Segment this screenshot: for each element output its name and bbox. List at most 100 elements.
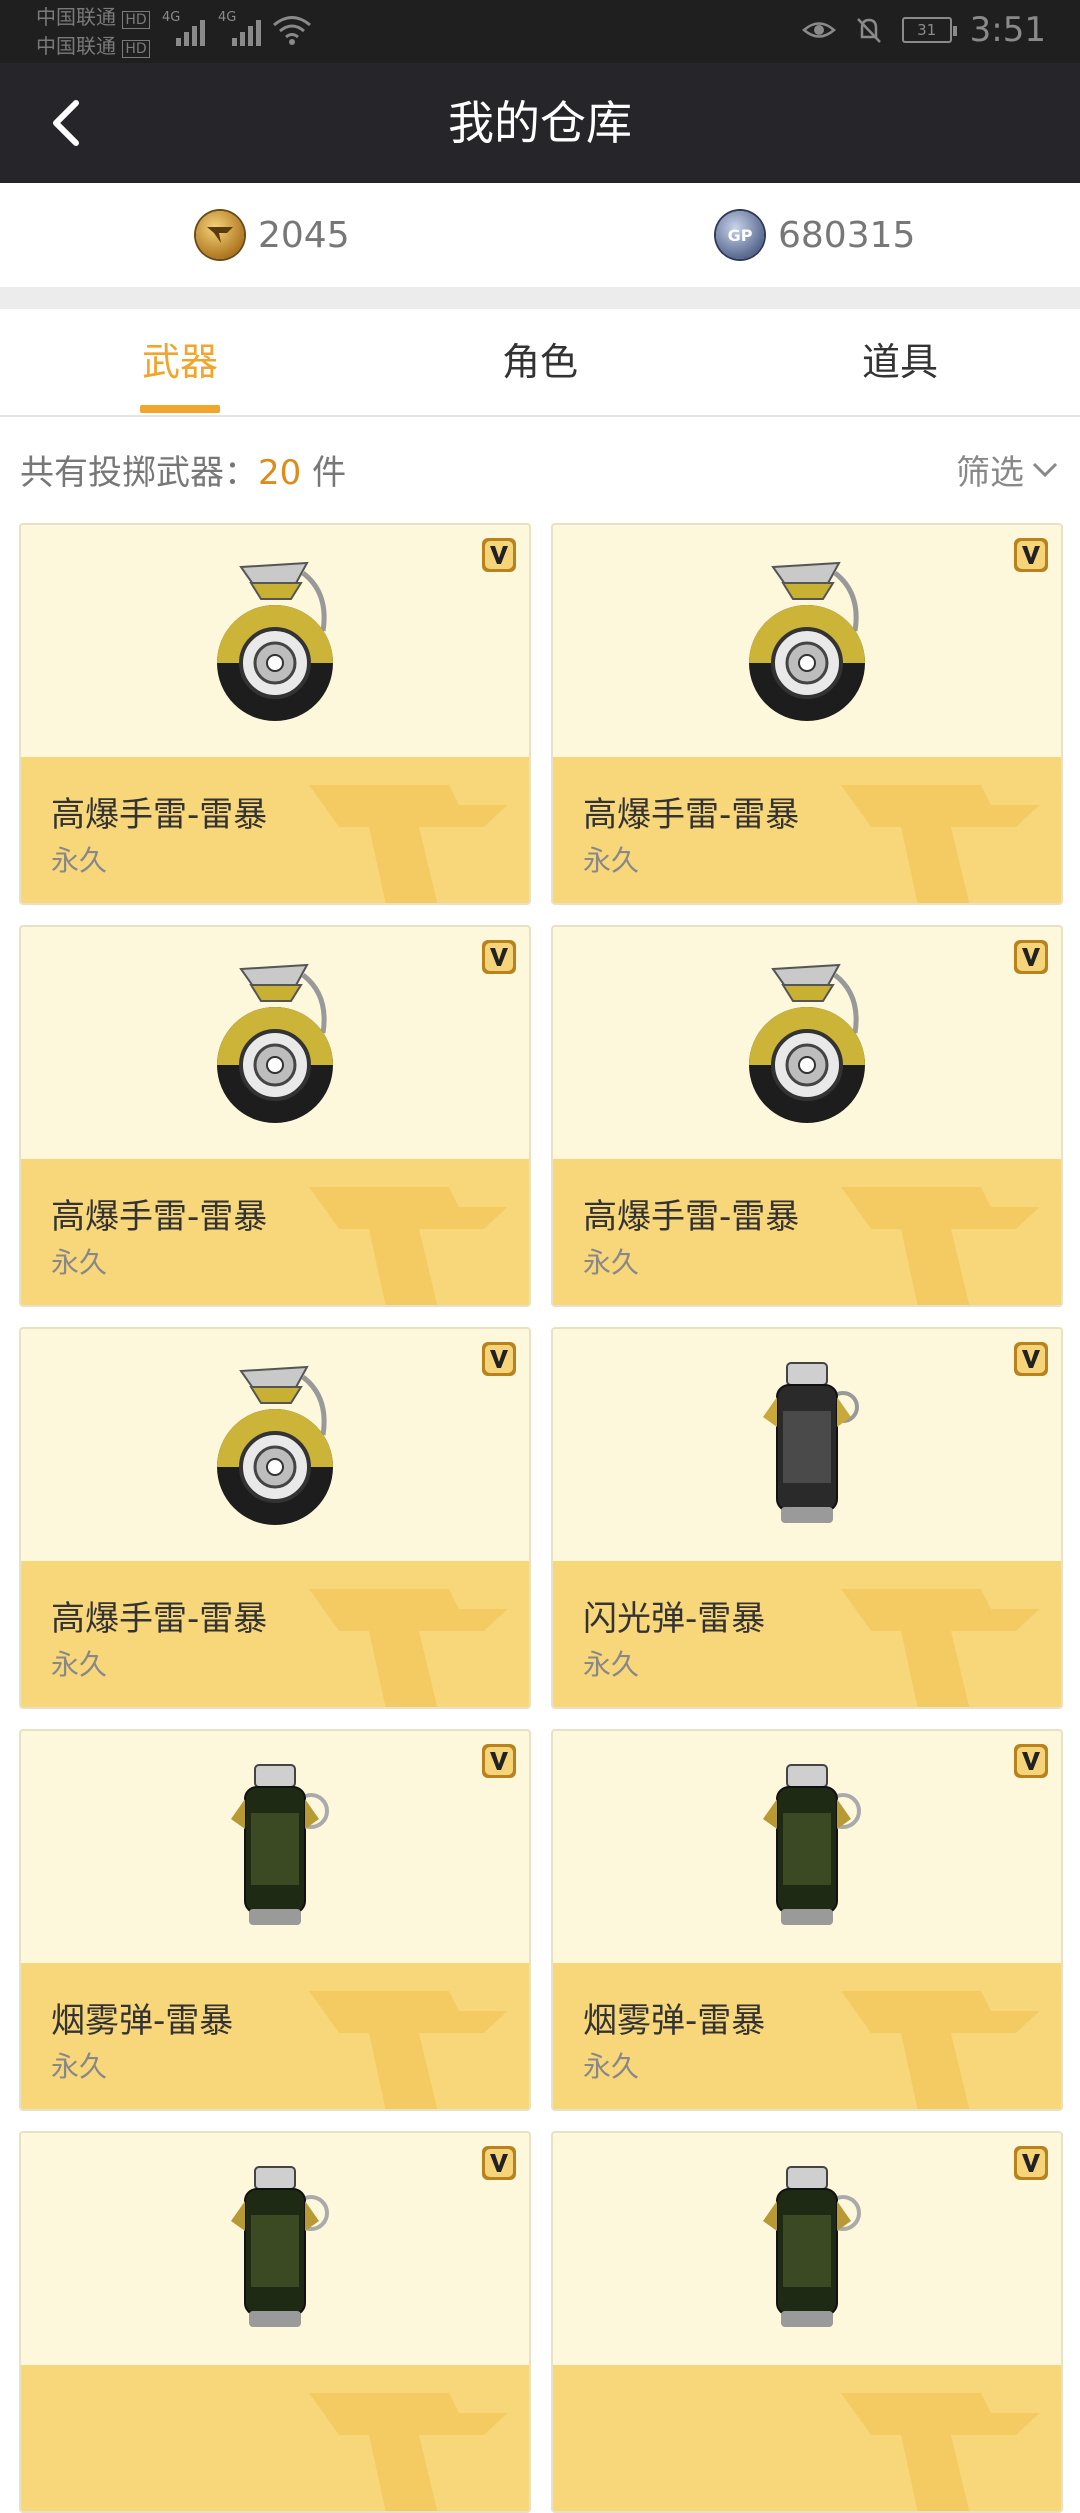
smoke-grenade-icon [763, 2166, 861, 2327]
item-card[interactable] [19, 2131, 531, 2513]
item-card[interactable]: 高爆手雷-雷暴 永久 [19, 1327, 531, 1709]
gp-points-value: 680315 [778, 214, 916, 256]
vip-badge-icon [482, 2146, 516, 2180]
cf-logo-watermark-icon [309, 1589, 529, 1707]
section-divider [0, 287, 1080, 309]
item-card[interactable]: 烟雾弹-雷暴 永久 [551, 1729, 1063, 2111]
cf-logo-watermark-icon [309, 1187, 529, 1305]
vip-badge-icon [1014, 2146, 1048, 2180]
vip-badge-icon [1014, 1744, 1048, 1778]
item-image [553, 1731, 1061, 1963]
cf-logo-watermark-icon [309, 2393, 529, 2511]
item-name: 高爆手雷-雷暴 [583, 795, 800, 835]
chevron-left-icon [53, 100, 79, 146]
filter-button[interactable]: 筛选 [956, 445, 1058, 494]
tab-indicator [140, 405, 220, 413]
carrier-label: 中国联通 HD 中国联通 HD [36, 4, 150, 62]
smoke-grenade-icon [231, 1764, 329, 1925]
item-info: 高爆手雷-雷暴 永久 [553, 1159, 1061, 1305]
item-image [21, 1329, 529, 1561]
he-grenade-icon [217, 1365, 333, 1525]
item-image [553, 1329, 1061, 1561]
item-name: 高爆手雷-雷暴 [51, 1599, 268, 1639]
tab-characters[interactable]: 角色 [360, 309, 720, 415]
item-card[interactable]: 高爆手雷-雷暴 永久 [551, 925, 1063, 1307]
smoke-grenade-icon [231, 2166, 329, 2327]
item-info: 高爆手雷-雷暴 永久 [553, 757, 1061, 903]
item-card[interactable]: 高爆手雷-雷暴 永久 [19, 925, 531, 1307]
item-card[interactable]: 烟雾弹-雷暴 永久 [19, 1729, 531, 2111]
flash-grenade-icon [763, 1362, 859, 1523]
item-name: 烟雾弹-雷暴 [583, 2001, 766, 2041]
item-card[interactable]: 闪光弹-雷暴 永久 [551, 1327, 1063, 1709]
currency-bar: 2045 GP 680315 [0, 183, 1080, 287]
item-name: 高爆手雷-雷暴 [51, 795, 268, 835]
mute-bell-icon [856, 18, 881, 43]
item-name: 烟雾弹-雷暴 [51, 2001, 234, 2041]
item-info [553, 2365, 1061, 2511]
vip-badge-icon [482, 940, 516, 974]
gp-points: GP 680315 [716, 183, 915, 287]
cf-logo-watermark-icon [309, 785, 529, 903]
item-card[interactable]: 高爆手雷-雷暴 永久 [19, 523, 531, 905]
item-image [21, 927, 529, 1159]
item-info: 高爆手雷-雷暴 永久 [21, 1159, 529, 1305]
wifi-icon [273, 16, 311, 45]
page-title: 我的仓库 [448, 96, 632, 150]
cf-logo-watermark-icon [841, 1589, 1061, 1707]
he-grenade-icon [217, 963, 333, 1123]
smoke-grenade-icon [763, 1764, 861, 1925]
battery-icon: 31 [901, 17, 957, 43]
vip-badge-icon [1014, 940, 1048, 974]
cf-logo-watermark-icon [841, 2393, 1061, 2511]
item-image [21, 2133, 529, 2365]
cf-points: 2045 [196, 183, 350, 287]
item-name: 高爆手雷-雷暴 [51, 1197, 268, 1237]
item-duration: 永久 [51, 1648, 108, 1681]
category-tabs: 武器 角色 道具 [0, 309, 1080, 417]
tab-items[interactable]: 道具 [720, 309, 1080, 415]
status-bar: 中国联通 HD 中国联通 HD 4G 4G 31 3:51 [0, 0, 1080, 63]
clock: 3:51 [969, 10, 1046, 50]
chevron-down-icon [1032, 462, 1058, 477]
item-info: 高爆手雷-雷暴 永久 [21, 757, 529, 903]
item-image [21, 1731, 529, 1963]
item-duration: 永久 [583, 1648, 640, 1681]
item-info: 闪光弹-雷暴 永久 [553, 1561, 1061, 1707]
item-duration: 永久 [583, 1246, 640, 1279]
he-grenade-icon [749, 561, 865, 721]
cf-points-value: 2045 [258, 214, 350, 256]
cf-logo-watermark-icon [841, 1991, 1061, 2109]
item-duration: 永久 [51, 1246, 108, 1279]
cf-logo-watermark-icon [841, 785, 1061, 903]
cf-coin-icon [196, 211, 244, 259]
gp-coin-icon: GP [716, 211, 764, 259]
cf-logo-watermark-icon [841, 1187, 1061, 1305]
he-grenade-icon [749, 963, 865, 1123]
vip-badge-icon [482, 1744, 516, 1778]
item-name: 闪光弹-雷暴 [583, 1599, 766, 1639]
item-info: 烟雾弹-雷暴 永久 [553, 1963, 1061, 2109]
item-duration: 永久 [51, 844, 108, 877]
item-card[interactable] [551, 2131, 1063, 2513]
tab-weapons[interactable]: 武器 [0, 309, 360, 415]
item-card[interactable]: 高爆手雷-雷暴 永久 [551, 523, 1063, 905]
eye-icon [801, 22, 836, 38]
signal-strength-icon: 4G [218, 10, 261, 46]
back-button[interactable] [36, 93, 96, 153]
item-name: 高爆手雷-雷暴 [583, 1197, 800, 1237]
item-info [21, 2365, 529, 2511]
item-info: 烟雾弹-雷暴 永久 [21, 1963, 529, 2109]
item-image [21, 525, 529, 757]
vip-badge-icon [1014, 538, 1048, 572]
item-info: 高爆手雷-雷暴 永久 [21, 1561, 529, 1707]
item-count-summary: 共有投掷武器：20 件 [20, 453, 347, 493]
he-grenade-icon [217, 561, 333, 721]
cf-logo-watermark-icon [309, 1991, 529, 2109]
signal-strength-icon: 4G [162, 10, 205, 46]
item-duration: 永久 [51, 2050, 108, 2083]
vip-badge-icon [482, 1342, 516, 1376]
title-bar: 我的仓库 [0, 63, 1080, 183]
vip-badge-icon [1014, 1342, 1048, 1376]
vip-badge-icon [482, 538, 516, 572]
